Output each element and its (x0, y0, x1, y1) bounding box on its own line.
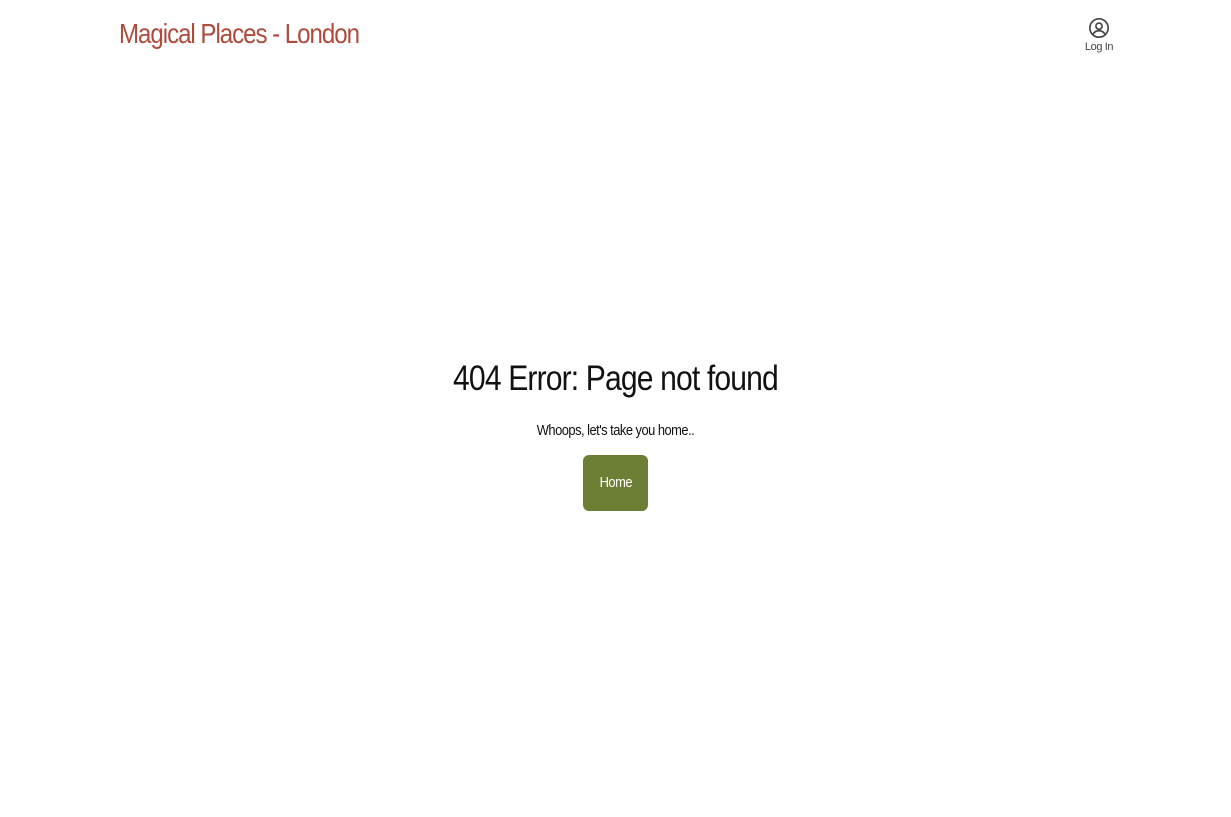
brand-link[interactable]: Magical Places - London (119, 18, 360, 50)
user-circle-icon (1089, 18, 1109, 38)
error-title: 404 Error: Page not found (453, 359, 779, 398)
error-subtitle: Whoops, let's take you home.. (536, 422, 695, 439)
error-content: 404 Error: Page not found Whoops, let's … (0, 355, 1231, 511)
home-button[interactable]: Home (583, 455, 648, 511)
login-label: Log In (1084, 41, 1114, 53)
page: Magical Places - London Log In 404 Error… (0, 0, 1231, 817)
navbar: Magical Places - London Log In (0, 0, 1231, 75)
home-button-label: Home (599, 474, 632, 491)
login-link[interactable]: Log In (1076, 17, 1122, 59)
